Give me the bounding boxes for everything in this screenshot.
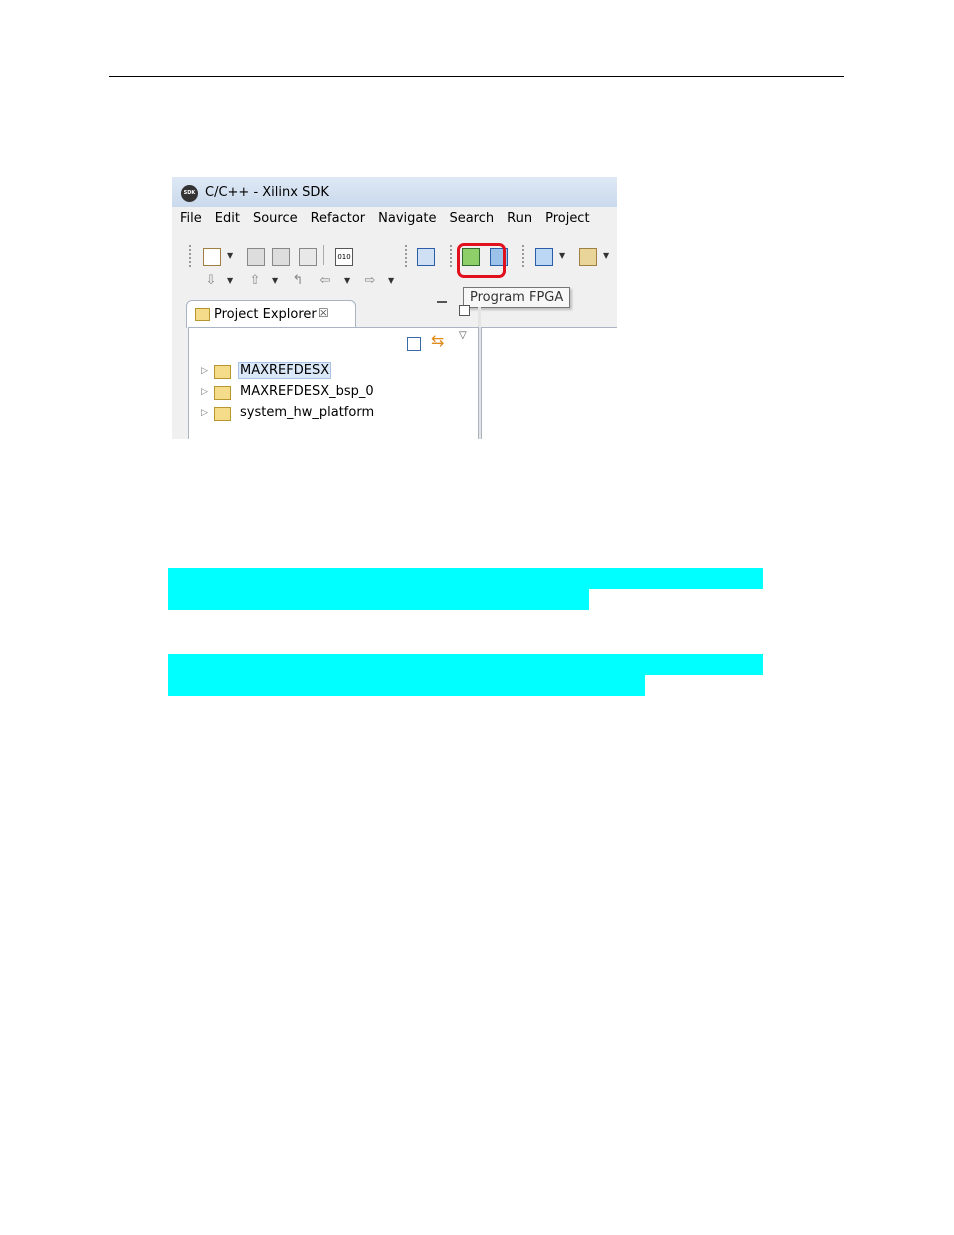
menu-navigate[interactable]: Navigate [378, 211, 436, 233]
menu-bar: File Edit Source Refactor Navigate Searc… [180, 211, 590, 233]
c-project-dropdown-icon[interactable]: ▼ [559, 251, 565, 260]
tab-project-explorer[interactable]: Project Explorer ☒ [186, 300, 356, 328]
window-title: C/C++ - Xilinx SDK [205, 185, 329, 200]
new-c-project-icon[interactable] [535, 248, 553, 266]
console-icon[interactable] [417, 248, 435, 266]
back-arrow-icon[interactable]: ⇦ [317, 273, 333, 289]
highlighted-text-line [168, 654, 763, 675]
toolbar-grip[interactable] [189, 245, 191, 267]
header-rule [109, 76, 844, 77]
last-edit-icon[interactable]: ↰ [290, 273, 306, 289]
save-all-icon[interactable] [272, 248, 290, 266]
title-bar: SDK C/C++ - Xilinx SDK [172, 177, 617, 207]
menu-search[interactable]: Search [449, 211, 494, 233]
new-dropdown-icon[interactable]: ▼ [227, 251, 233, 260]
print-icon[interactable] [299, 248, 317, 266]
toolbar-separator [323, 245, 324, 265]
highlighted-text-line [168, 589, 589, 610]
toolbar-grip[interactable] [405, 245, 407, 267]
close-icon[interactable]: ☒ [318, 306, 329, 320]
sdk-logo-icon: SDK [181, 185, 198, 202]
view-menu-chevron-down-icon[interactable]: ▽ [459, 330, 467, 341]
expand-triangle-icon[interactable]: ▷ [201, 366, 208, 376]
back-dropdown-icon[interactable]: ▼ [344, 276, 350, 285]
previous-annotation-dropdown-icon[interactable]: ▼ [272, 276, 278, 285]
binary-file-icon[interactable]: 010 [335, 248, 353, 266]
forward-dropdown-icon[interactable]: ▼ [388, 276, 394, 285]
highlighted-text-line [168, 675, 645, 696]
menu-run[interactable]: Run [507, 211, 532, 233]
bsp-folder-icon [214, 386, 231, 400]
next-annotation-icon[interactable]: ⇩ [203, 273, 219, 289]
toolbar-grip[interactable] [522, 245, 524, 267]
menu-file[interactable]: File [180, 211, 202, 233]
tree-item-label: MAXREFDESX [237, 362, 332, 379]
previous-annotation-icon[interactable]: ⇧ [247, 273, 263, 289]
new-file-icon[interactable] [203, 248, 221, 266]
program-fpga-tooltip: Program FPGA [463, 287, 571, 308]
save-icon[interactable] [247, 248, 265, 266]
c-project-folder-icon [214, 365, 231, 379]
next-annotation-dropdown-icon[interactable]: ▼ [227, 276, 233, 285]
expand-triangle-icon[interactable]: ▷ [201, 408, 208, 418]
menu-refactor[interactable]: Refactor [311, 211, 366, 233]
bsp-dropdown-icon[interactable]: ▼ [603, 251, 609, 260]
editor-area [481, 327, 617, 439]
maximize-view-icon[interactable] [459, 305, 470, 316]
program-fpga-callout [457, 243, 506, 278]
folder-icon [195, 308, 210, 321]
project-explorer-tab-label: Project Explorer [214, 307, 317, 322]
hw-platform-folder-icon [214, 407, 231, 421]
minimize-view-icon[interactable] [437, 301, 447, 303]
link-with-editor-icon[interactable]: ⇆ [431, 333, 444, 349]
expand-triangle-icon[interactable]: ▷ [201, 387, 208, 397]
tree-item-label: MAXREFDESX_bsp_0 [240, 384, 374, 399]
sdk-screenshot: SDK C/C++ - Xilinx SDK File Edit Source … [172, 177, 617, 439]
highlighted-text-line [168, 568, 763, 589]
project-explorer-panel: ⇆ ▽ ▷ MAXREFDESX ▷ MAXREFDESX_bsp_0 ▷ sy… [188, 327, 479, 439]
menu-project[interactable]: Project [545, 211, 589, 233]
toolbar-grip[interactable] [450, 245, 452, 267]
forward-arrow-icon[interactable]: ⇨ [362, 273, 378, 289]
collapse-all-icon[interactable] [407, 337, 421, 351]
tree-item-label: system_hw_platform [240, 405, 375, 420]
menu-edit[interactable]: Edit [215, 211, 240, 233]
new-bsp-icon[interactable] [579, 248, 597, 266]
menu-source[interactable]: Source [253, 211, 298, 233]
